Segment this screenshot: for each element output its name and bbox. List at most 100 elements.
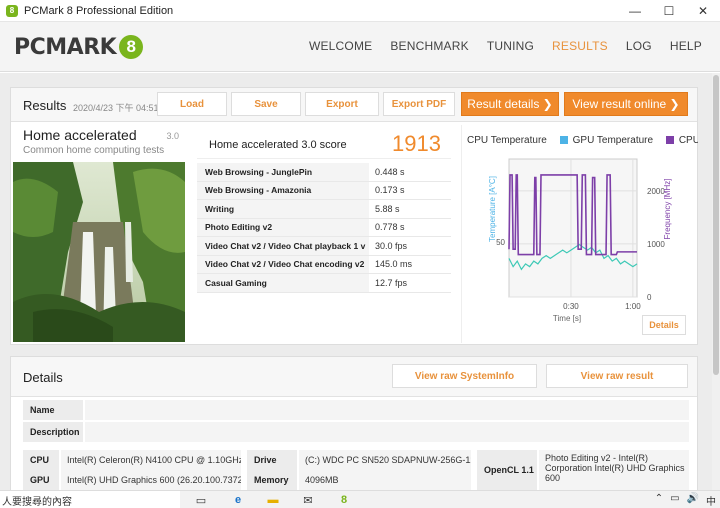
subscore-name: Web Browsing - Amazonia bbox=[197, 181, 369, 199]
logo-eight-badge: 8 bbox=[119, 35, 144, 59]
results-date: 2020/4/23 下午 04:51 bbox=[73, 103, 157, 113]
memory-label: Memory bbox=[247, 470, 297, 490]
file-explorer-icon[interactable]: ▬ bbox=[265, 493, 281, 507]
main-nav: WELCOME BENCHMARK TUNING RESULTS LOG HEL… bbox=[291, 39, 702, 53]
drive-label: Drive bbox=[247, 450, 297, 470]
result-details-button[interactable]: Result details ❯ bbox=[461, 92, 559, 116]
subscore-value: 0.778 s bbox=[369, 218, 451, 236]
subscore-name: Casual Gaming bbox=[197, 274, 369, 292]
cpu-label: CPU bbox=[23, 450, 59, 470]
tray-chevron-icon[interactable]: ⌃ bbox=[655, 493, 663, 508]
gpu-value: Intel(R) UHD Graphics 600 (26.20.100.737… bbox=[61, 470, 241, 490]
x-tick-label: 0:30 bbox=[563, 302, 579, 311]
opencl-label: OpenCL 1.1 bbox=[477, 450, 537, 490]
subscore-value: 30.0 fps bbox=[369, 237, 451, 255]
name-label: Name bbox=[23, 400, 83, 420]
maximize-button[interactable]: ☐ bbox=[652, 0, 686, 22]
window-titlebar: 8 PCMark 8 Professional Edition — ☐ ✕ bbox=[0, 0, 720, 22]
description-value bbox=[85, 422, 689, 442]
subscore-row: Web Browsing - Amazonia 0.173 s bbox=[197, 181, 451, 200]
subscore-name: Writing bbox=[197, 200, 369, 218]
benchmark-version: 3.0 bbox=[166, 131, 179, 141]
legend-swatch-cpu-clock bbox=[665, 136, 674, 144]
view-result-online-button[interactable]: View result online ❯ bbox=[564, 92, 688, 116]
benchmark-subtitle: Common home computing tests bbox=[23, 145, 165, 156]
volume-icon[interactable]: 🔊 bbox=[687, 493, 699, 508]
subscore-table: Web Browsing - JunglePin 0.448 s Web Brow… bbox=[197, 163, 451, 293]
monitoring-chart: 0:30 1:0001000200050 Temperature [A°C] Fr… bbox=[488, 158, 672, 323]
results-header: Results 2020/4/23 下午 04:51 Load Save Exp… bbox=[11, 88, 697, 122]
pcmark-app-icon: 8 bbox=[6, 4, 18, 17]
subscore-value: 0.448 s bbox=[369, 163, 451, 181]
subscore-value: 145.0 ms bbox=[369, 255, 451, 273]
scrollbar-thumb[interactable] bbox=[713, 75, 719, 375]
task-view-icon[interactable]: ▭ bbox=[193, 493, 209, 507]
window-title: PCMark 8 Professional Edition bbox=[24, 4, 174, 17]
nav-tuning[interactable]: TUNING bbox=[487, 39, 534, 53]
nav-log[interactable]: LOG bbox=[626, 39, 652, 53]
x-axis-label: Time [s] bbox=[553, 314, 581, 323]
close-button[interactable]: ✕ bbox=[686, 0, 720, 22]
subscore-value: 5.88 s bbox=[369, 200, 451, 218]
cpu-value: Intel(R) Celeron(R) N4100 CPU @ 1.10GHz bbox=[61, 450, 241, 470]
pcmark-taskbar-icon[interactable]: 8 bbox=[336, 493, 352, 507]
memory-value: 4096MB bbox=[299, 470, 471, 490]
chart-details-button[interactable]: Details bbox=[642, 315, 686, 335]
y-right-label: Frequency [MHz] bbox=[663, 179, 672, 240]
details-title: Details bbox=[23, 370, 63, 385]
subscore-row: Web Browsing - JunglePin 0.448 s bbox=[197, 163, 451, 182]
save-button[interactable]: Save bbox=[231, 92, 301, 116]
subscore-name: Video Chat v2 / Video Chat encoding v2 bbox=[197, 255, 369, 273]
system-tray: ⌃ ▭ 🔊 中 bbox=[655, 493, 716, 508]
opencl-value: Photo Editing v2 - Intel(R) Corporation … bbox=[539, 450, 689, 490]
pcmark-logo: PCMARK 8 bbox=[14, 34, 144, 60]
subscore-row: Photo Editing v2 0.778 s bbox=[197, 218, 451, 237]
edge-browser-icon[interactable]: e bbox=[230, 493, 246, 507]
legend-gpu-temperature: GPU Temperature bbox=[572, 135, 654, 146]
score-label: Home accelerated 3.0 score bbox=[209, 139, 347, 151]
export-button[interactable]: Export bbox=[305, 92, 379, 116]
battery-icon[interactable]: ▭ bbox=[670, 493, 679, 508]
mail-icon[interactable]: ✉ bbox=[300, 493, 316, 507]
y-left-label: Temperature [A°C] bbox=[488, 176, 497, 242]
nav-welcome[interactable]: WELCOME bbox=[309, 39, 372, 53]
load-button[interactable]: Load bbox=[157, 92, 227, 116]
subscore-row: Writing 5.88 s bbox=[197, 200, 451, 219]
x-tick-label: 1:00 bbox=[625, 302, 641, 311]
nav-help[interactable]: HELP bbox=[670, 39, 702, 53]
subscore-value: 12.7 fps bbox=[369, 274, 451, 292]
nav-benchmark[interactable]: BENCHMARK bbox=[390, 39, 468, 53]
vertical-scrollbar[interactable] bbox=[712, 73, 720, 490]
subscore-row: Video Chat v2 / Video Chat playback 1 v3… bbox=[197, 237, 451, 256]
view-raw-result-button[interactable]: View raw result bbox=[546, 364, 688, 388]
view-raw-systeminfo-button[interactable]: View raw SystemInfo bbox=[392, 364, 537, 388]
plot-area bbox=[508, 158, 638, 298]
description-label: Description bbox=[23, 422, 83, 442]
drive-value: (C:) WDC PC SN520 SDAPNUW-256G-1202 bbox=[299, 450, 471, 470]
export-pdf-button[interactable]: Export PDF bbox=[383, 92, 455, 116]
results-panel: Results 2020/4/23 下午 04:51 Load Save Exp… bbox=[10, 87, 698, 345]
logo-word: PCMARK bbox=[14, 34, 117, 60]
y-right-tick-label: 1000 bbox=[647, 240, 665, 249]
subscore-name: Video Chat v2 / Video Chat playback 1 v bbox=[197, 237, 369, 255]
taskbar-search-box[interactable]: 人要搜尋的內容 bbox=[0, 491, 180, 508]
y-left-tick-label: 50 bbox=[496, 238, 505, 247]
windows-taskbar: 人要搜尋的內容 ▭ e ▬ ✉ 8 ⌃ ▭ 🔊 中 bbox=[0, 490, 720, 508]
subscore-name: Photo Editing v2 bbox=[197, 218, 369, 236]
legend-cpu-clock: CPU Cl bbox=[678, 135, 698, 146]
subscore-row: Video Chat v2 / Video Chat encoding v2 14… bbox=[197, 255, 451, 274]
app-header: PCMARK 8 WELCOME BENCHMARK TUNING RESULT… bbox=[0, 22, 720, 72]
benchmark-card: Home accelerated 3.0 Common home computi… bbox=[13, 125, 185, 342]
nav-results[interactable]: RESULTS bbox=[552, 39, 608, 53]
minimize-button[interactable]: — bbox=[618, 0, 652, 22]
name-value bbox=[85, 400, 689, 420]
monitoring-chart-area: CPU Temperature GPU Temperature CPU Cl 0… bbox=[461, 125, 698, 343]
score-value: 1913 bbox=[392, 131, 441, 156]
score-box: Home accelerated 3.0 score 1913 bbox=[197, 129, 451, 159]
results-title: Results bbox=[23, 98, 67, 113]
gpu-label: GPU bbox=[23, 470, 59, 490]
input-method-icon[interactable]: 中 bbox=[706, 493, 716, 508]
benchmark-waterfall-image bbox=[13, 162, 185, 342]
subscore-row: Casual Gaming 12.7 fps bbox=[197, 274, 451, 293]
legend-cpu-temperature: CPU Temperature bbox=[467, 135, 547, 146]
